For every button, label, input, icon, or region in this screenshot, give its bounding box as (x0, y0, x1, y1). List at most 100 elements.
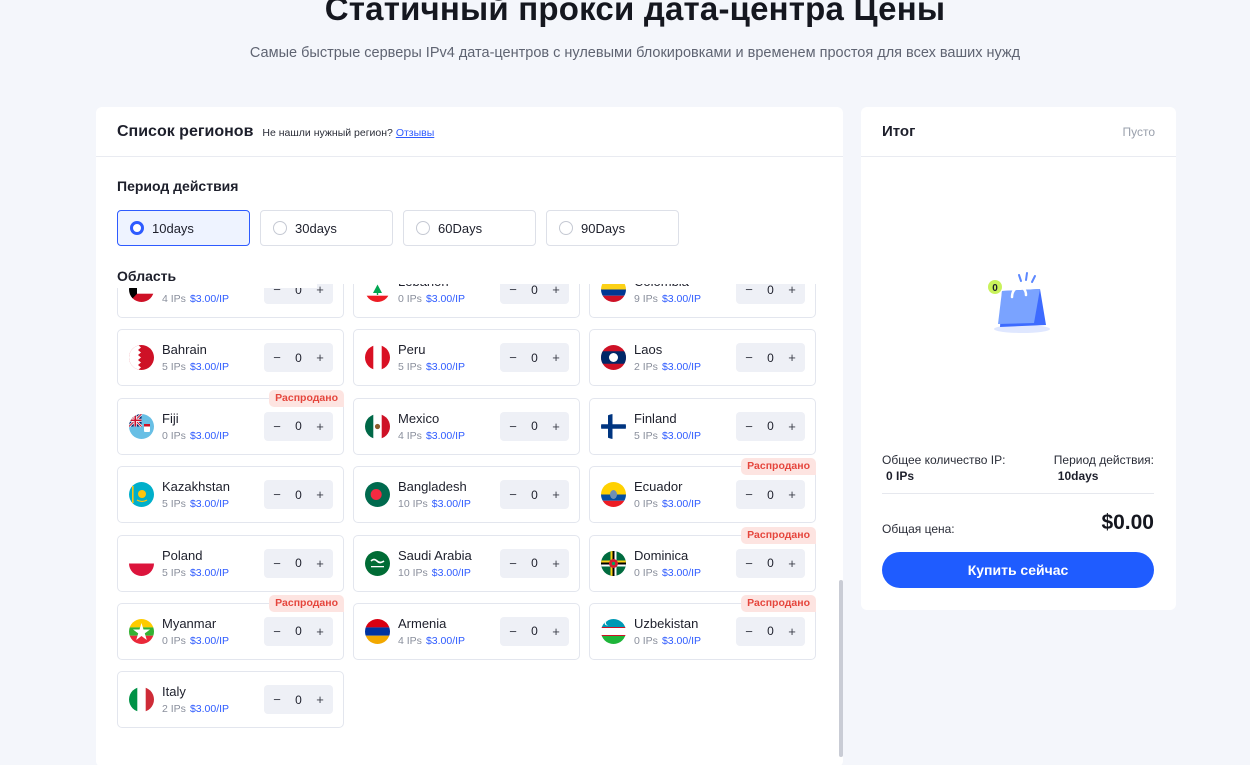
region-card-italy: Italy 2 IPs $3.00/IP −0 + (117, 671, 344, 729)
increment-button[interactable]: + (785, 350, 799, 365)
region-ip-count: 5 IPs (398, 361, 422, 374)
quantity-stepper: −0 + (736, 616, 805, 646)
decrement-button[interactable]: − (742, 350, 756, 365)
decrement-button[interactable]: − (270, 624, 284, 639)
region-ip-count: 0 IPs (162, 429, 186, 442)
soldout-badge: Распродано (741, 526, 816, 544)
increment-button[interactable]: + (549, 624, 563, 639)
italy-flag-icon (129, 687, 154, 713)
region-price: $3.00/IP (189, 566, 230, 579)
increment-button[interactable]: + (785, 284, 799, 297)
quantity-value: 0 (531, 419, 538, 434)
decrement-button[interactable]: − (506, 624, 520, 639)
region-card-fiji: Fiji 0 IPs $3.00/IP −0 + Распродано (117, 389, 344, 455)
peru-flag-icon (365, 345, 390, 371)
regions-panel: Список регионов Не нашли нужный регион? … (96, 107, 843, 765)
quantity-value: 0 (295, 487, 302, 502)
region-ip-count: 9 IPs (634, 293, 658, 305)
decrement-button[interactable]: − (270, 556, 284, 571)
region-list[interactable]: Kuwait4 IPs$3.00/IP−0+Lebanon0 IPs$3.00/… (96, 284, 843, 765)
page-subtitle: Самые быстрые серверы IPv4 дата-центров … (249, 45, 1021, 61)
quantity-value: 0 (295, 556, 302, 571)
decrement-button[interactable]: − (742, 284, 756, 297)
region-price: $3.00/IP (431, 566, 471, 579)
region-meta: 10 IPs $3.00/IP (398, 567, 471, 579)
buy-now-button[interactable]: Купить сейчас (882, 552, 1154, 588)
increment-button[interactable]: + (549, 284, 563, 297)
quantity-stepper: −0 + (500, 284, 569, 304)
period-option-90days[interactable]: 90Days (546, 210, 679, 246)
decrement-button[interactable]: − (506, 284, 520, 297)
region-card-mexico: Mexico 4 IPs $3.00/IP −0 + (353, 397, 580, 455)
decrement-button[interactable]: − (506, 350, 520, 365)
decrement-button[interactable]: − (506, 556, 520, 571)
region-price: $3.00/IP (661, 293, 702, 305)
region-ip-count: 0 IPs (398, 293, 422, 305)
region-price: $3.00/IP (661, 566, 702, 579)
region-price: $3.00/IP (189, 293, 230, 305)
region-name: Ecuador (634, 479, 683, 495)
region-card-finland: Finland 5 IPs $3.00/IP −0 + (589, 397, 816, 455)
region-price: $3.00/IP (661, 498, 702, 511)
region-ip-count: 0 IPs (634, 634, 658, 647)
quantity-value: 0 (767, 350, 774, 365)
region-meta: 0 IPs $3.00/IP (634, 498, 701, 510)
increment-button[interactable]: + (785, 624, 799, 639)
kazakhstan-flag-icon (129, 482, 154, 508)
increment-button[interactable]: + (313, 624, 327, 639)
armenia-flag-icon (365, 618, 390, 644)
myanmar-flag-icon (129, 618, 154, 644)
increment-button[interactable]: + (785, 556, 799, 571)
decrement-button[interactable]: − (270, 350, 284, 365)
period-stat: Период действия: 10days (1054, 453, 1154, 483)
quantity-stepper: −0 + (500, 343, 569, 373)
increment-button[interactable]: + (785, 419, 799, 434)
increment-button[interactable]: + (313, 692, 327, 707)
period-option-60days[interactable]: 60Days (403, 210, 536, 246)
increment-button[interactable]: + (549, 556, 563, 571)
increment-button[interactable]: + (313, 556, 327, 571)
region-price: $3.00/IP (425, 429, 466, 442)
quantity-value: 0 (767, 624, 774, 639)
decrement-button[interactable]: − (270, 419, 284, 434)
quantity-stepper: −0 + (736, 343, 805, 373)
increment-button[interactable]: + (313, 350, 327, 365)
region-meta: 0 IPs $3.00/IP (634, 635, 701, 647)
increment-button[interactable]: + (313, 419, 327, 434)
region-section-label: Область (117, 268, 317, 288)
increment-button[interactable]: + (549, 350, 563, 365)
soldout-badge: Распродано (269, 594, 344, 612)
period-option-30days[interactable]: 30days (260, 210, 393, 246)
region-card-ecuador: Ecuador 0 IPs $3.00/IP −0 + Распродано (589, 458, 816, 524)
soldout-badge: Распродано (269, 389, 344, 407)
decrement-button[interactable]: − (506, 419, 520, 434)
decrement-button[interactable]: − (742, 624, 756, 639)
period-option-10days[interactable]: 10days (117, 210, 250, 246)
page-title: Статичный прокси дата-центра Цены (324, 0, 946, 27)
quantity-stepper: −0 + (736, 411, 805, 441)
region-list-scrollbar[interactable] (839, 580, 843, 757)
quantity-value: 0 (295, 692, 302, 707)
region-ip-count: 4 IPs (162, 293, 186, 305)
region-price: $3.00/IP (425, 293, 466, 305)
increment-button[interactable]: + (313, 487, 327, 502)
region-meta: 2 IPs $3.00/IP (162, 703, 229, 715)
total-ips-stat: Общее количество IP: 0 IPs (882, 453, 1005, 483)
total-ips-label: Общее количество IP: (882, 453, 1006, 467)
region-card-dominica: Dominica 0 IPs $3.00/IP −0 + Распродано (589, 526, 816, 592)
decrement-button[interactable]: − (742, 487, 756, 502)
increment-button[interactable]: + (549, 487, 563, 502)
decrement-button[interactable]: − (270, 487, 284, 502)
decrement-button[interactable]: − (742, 556, 756, 571)
mexico-flag-icon (365, 413, 390, 439)
region-name: Bangladesh (398, 479, 467, 495)
decrement-button[interactable]: − (270, 692, 284, 707)
increment-button[interactable]: + (549, 419, 563, 434)
feedback-link[interactable]: Отзывы (396, 127, 434, 139)
quantity-stepper: −0 + (500, 616, 569, 646)
increment-button[interactable]: + (785, 487, 799, 502)
decrement-button[interactable]: − (742, 419, 756, 434)
decrement-button[interactable]: − (506, 487, 520, 502)
region-grid: Kuwait4 IPs$3.00/IP−0+Lebanon0 IPs$3.00/… (117, 284, 816, 729)
region-price: $3.00/IP (189, 703, 230, 716)
